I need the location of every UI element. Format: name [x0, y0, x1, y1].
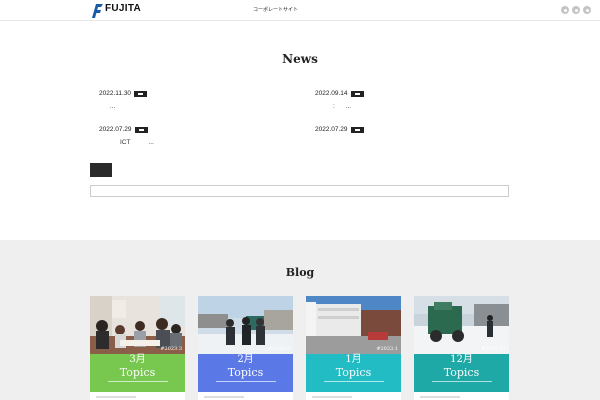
blog-card-stamp: #2023.2: [268, 346, 290, 352]
blog-card[interactable]: 12月 Topics #2022.12: [414, 296, 509, 400]
news-headline[interactable]: ...: [99, 103, 299, 110]
blog-card[interactable]: 3月 Topics #2023.3: [90, 296, 185, 400]
blog-card-band: 2月 Topics: [198, 354, 293, 392]
blog-card-month: 1月: [345, 354, 362, 365]
corporate-site-link[interactable]: コーポレートサイト: [253, 6, 298, 13]
search-input[interactable]: [90, 185, 509, 197]
news-title: News: [282, 52, 318, 66]
instagram-icon[interactable]: [572, 6, 580, 14]
blog-section: Blog 3月 Topics #2023.3 2月 Topics #2023.2…: [0, 240, 600, 400]
news-category-badge: [350, 126, 364, 133]
news-date: 2022.07.29: [315, 126, 348, 133]
blog-card-month: 2月: [237, 354, 254, 365]
news-item[interactable]: 2022.09.14 : ...: [315, 90, 515, 110]
blog-card-stamp: #2022.12: [481, 346, 506, 352]
blog-card-month: 3月: [129, 354, 146, 365]
news-date: 2022.11.30: [99, 90, 132, 97]
twitter-icon[interactable]: [561, 6, 569, 14]
blog-card-topics: Topics: [227, 366, 264, 379]
news-category-badge: [134, 126, 148, 133]
site-header: FUJITA コーポレートサイト: [0, 0, 600, 21]
blog-card-month: 12月: [450, 354, 473, 365]
news-item[interactable]: 2022.07.29 ICT ...: [99, 126, 299, 146]
logo-name: FUJITA: [105, 2, 142, 14]
blog-title: Blog: [285, 266, 315, 279]
fujita-logo[interactable]: FUJITA: [92, 3, 141, 18]
facebook-icon[interactable]: [583, 6, 591, 14]
news-more-button[interactable]: [90, 163, 112, 177]
blog-card-topics: Topics: [119, 366, 156, 379]
blog-card-band: 12月 Topics: [414, 354, 509, 392]
news-headline[interactable]: : ...: [315, 103, 515, 110]
blog-card[interactable]: 2月 Topics #2023.2: [198, 296, 293, 400]
social-links: [561, 6, 591, 14]
blog-card-stamp: #2023.3: [160, 346, 182, 352]
blog-card-band: 1月 Topics: [306, 354, 401, 392]
blog-card-band: 3月 Topics: [90, 354, 185, 392]
news-date: 2022.07.29: [99, 126, 132, 133]
blog-card[interactable]: 1月 Topics #2023.1: [306, 296, 401, 400]
news-category-badge: [134, 90, 148, 97]
fujita-logo-icon: [92, 3, 103, 18]
news-item[interactable]: 2022.07.29: [315, 126, 515, 139]
news-category-badge: [350, 90, 364, 97]
blog-card-stamp: #2023.1: [376, 346, 398, 352]
news-date: 2022.09.14: [315, 90, 348, 97]
blog-card-topics: Topics: [335, 366, 372, 379]
news-headline[interactable]: ICT ...: [99, 139, 299, 146]
news-item[interactable]: 2022.11.30 ...: [99, 90, 299, 110]
blog-card-topics: Topics: [443, 366, 480, 379]
logo-subtitle: [105, 14, 141, 18]
